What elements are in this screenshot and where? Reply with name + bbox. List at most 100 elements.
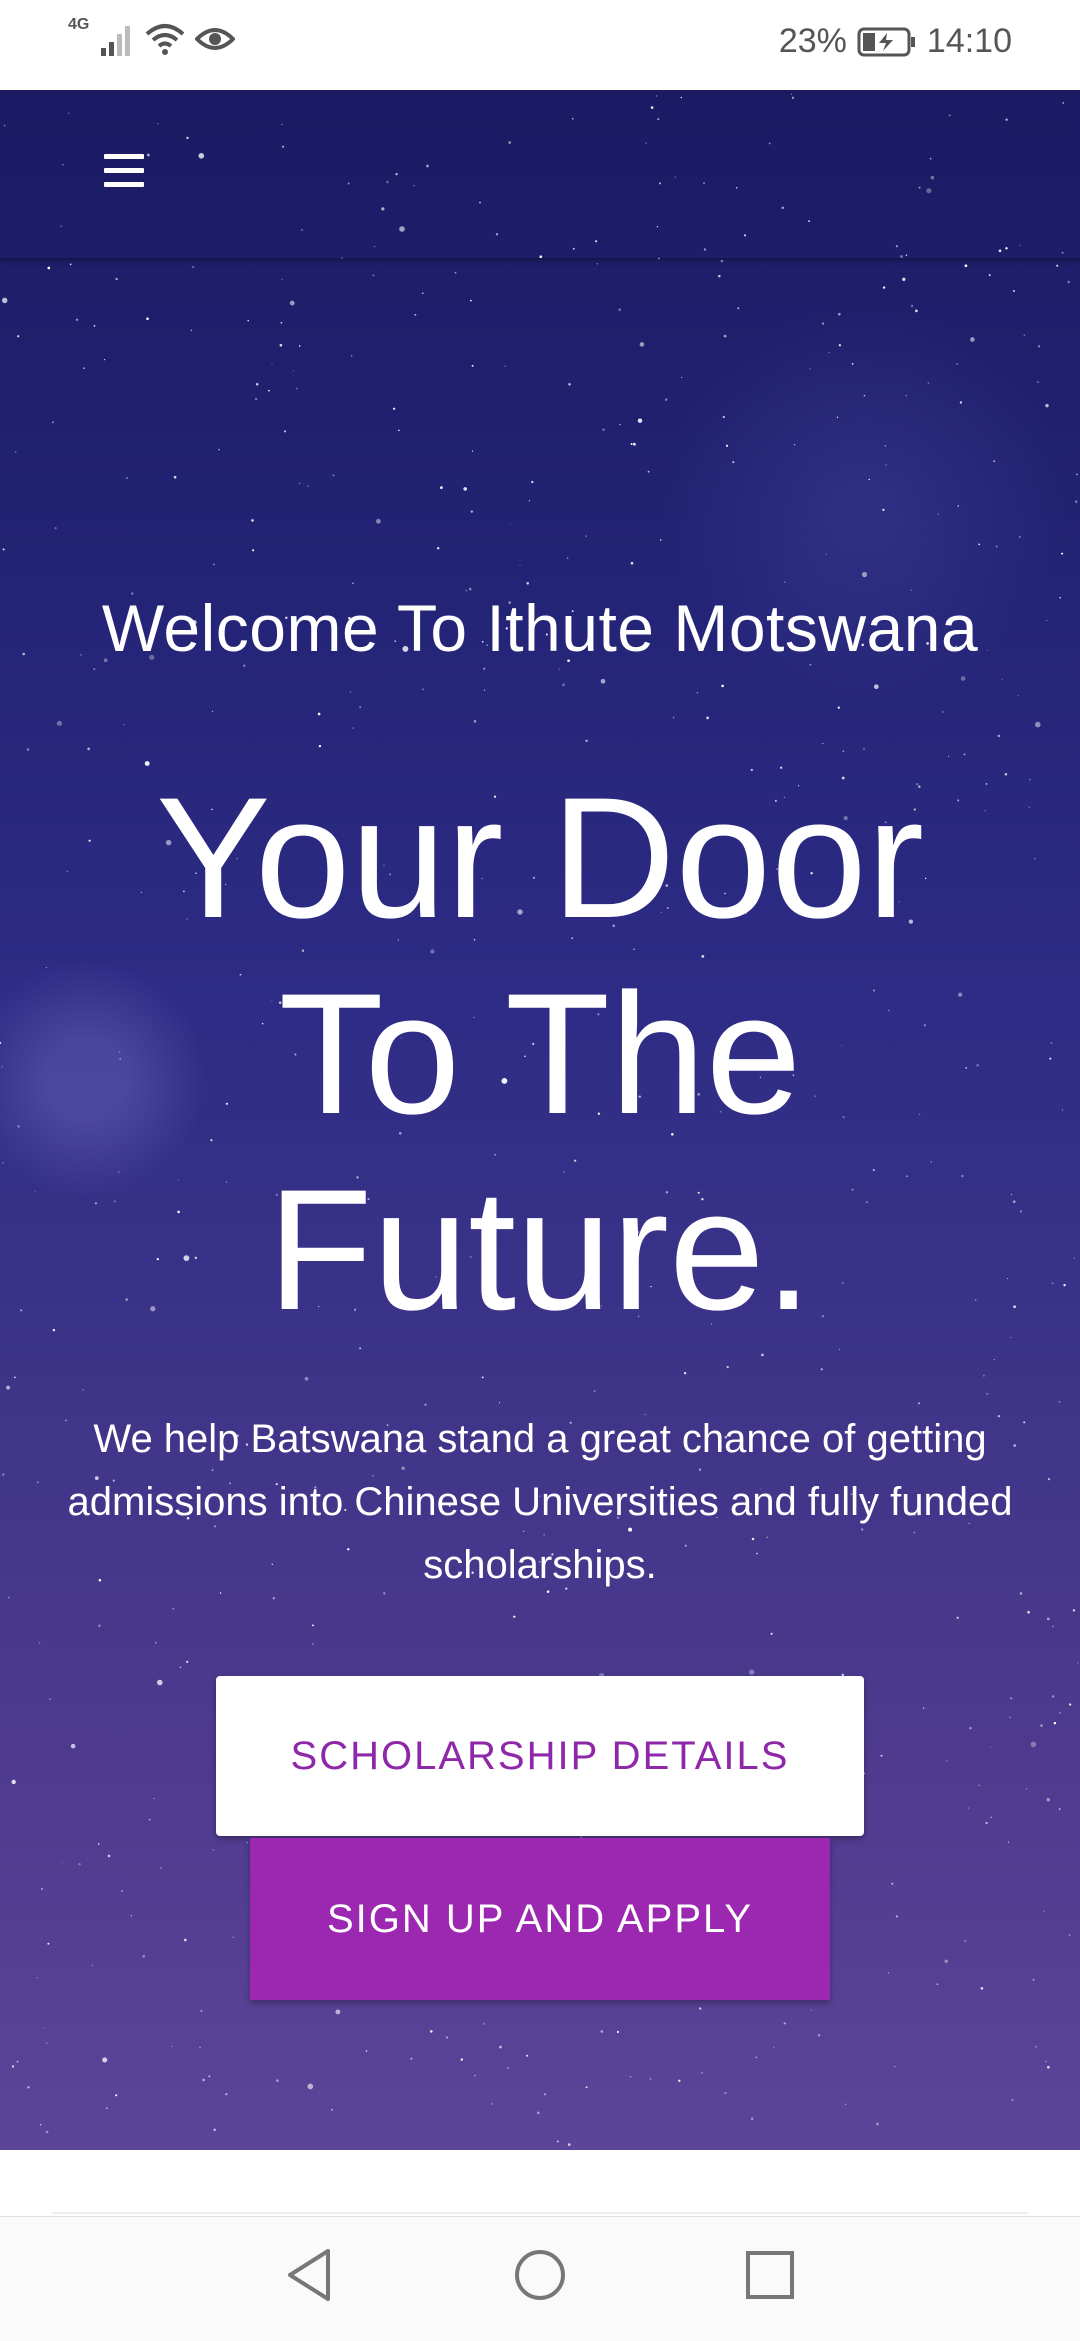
- star: [66, 870, 69, 873]
- star: [941, 711, 944, 713]
- star: [1012, 1200, 1016, 1204]
- star: [699, 2007, 702, 2010]
- star: [11, 1779, 16, 1785]
- menu-line: [104, 182, 144, 187]
- star: [410, 2057, 413, 2060]
- star: [153, 1798, 155, 1800]
- star: [749, 1669, 755, 1675]
- star: [633, 442, 636, 446]
- star: [990, 1816, 992, 1818]
- star: [155, 1642, 157, 1644]
- star: [1034, 721, 1041, 728]
- back-icon[interactable]: [282, 2245, 338, 2305]
- star: [0, 1041, 2, 1044]
- star: [483, 689, 486, 691]
- star: [1010, 1194, 1013, 1196]
- star: [295, 387, 298, 390]
- home-icon[interactable]: [512, 2245, 568, 2305]
- star: [82, 1389, 84, 1391]
- star: [289, 300, 295, 306]
- star: [936, 1983, 939, 1985]
- star: [964, 1940, 967, 1942]
- star: [1052, 1625, 1054, 1628]
- star: [526, 2054, 529, 2057]
- headline-line: Future.: [267, 1154, 813, 1346]
- star: [593, 1390, 596, 1392]
- star: [725, 444, 729, 447]
- star: [276, 2079, 279, 2082]
- star: [49, 1698, 51, 1701]
- star: [481, 1376, 484, 1379]
- star: [499, 2045, 502, 2049]
- star: [894, 2065, 896, 2068]
- star: [861, 571, 868, 578]
- star: [107, 1854, 111, 1858]
- star: [937, 513, 939, 515]
- recents-icon[interactable]: [742, 2245, 798, 2305]
- star: [1010, 1697, 1013, 1700]
- star: [665, 398, 668, 401]
- star: [794, 444, 796, 446]
- star: [422, 688, 424, 690]
- star: [1076, 473, 1078, 476]
- star: [882, 508, 885, 511]
- star: [528, 500, 531, 502]
- hamburger-menu-icon[interactable]: [104, 154, 144, 188]
- star: [1018, 535, 1021, 538]
- star: [252, 549, 255, 552]
- status-bar-left: 4G: [68, 16, 236, 56]
- star: [332, 474, 335, 477]
- star: [681, 376, 683, 378]
- star: [1019, 1210, 1022, 1213]
- star: [838, 344, 842, 347]
- star: [838, 1348, 840, 1351]
- scholarship-details-button[interactable]: SCHOLARSHIP DETAILS: [216, 1676, 864, 1836]
- star: [726, 1365, 729, 1369]
- star: [70, 1743, 76, 1749]
- star: [946, 1760, 948, 1762]
- star: [842, 750, 845, 753]
- star: [292, 370, 294, 372]
- star: [1001, 678, 1003, 681]
- star: [1007, 1278, 1009, 1280]
- star: [232, 1936, 234, 1938]
- star: [142, 1954, 146, 1958]
- star: [678, 2079, 681, 2082]
- star: [186, 1660, 189, 1663]
- star: [421, 292, 424, 295]
- star: [1061, 552, 1064, 555]
- star: [978, 543, 981, 546]
- star: [398, 429, 400, 432]
- star: [1069, 1703, 1072, 1706]
- star: [93, 325, 96, 327]
- star: [969, 1726, 972, 1730]
- star: [1027, 1610, 1030, 1614]
- star: [14, 450, 17, 453]
- star: [474, 2074, 476, 2077]
- star: [596, 263, 598, 265]
- star: [272, 1596, 276, 1600]
- star: [784, 581, 786, 583]
- star: [851, 363, 854, 365]
- star: [88, 839, 91, 842]
- star: [1037, 345, 1041, 348]
- star: [1053, 1721, 1057, 1725]
- star: [882, 286, 886, 289]
- star: [1073, 1257, 1075, 1259]
- star: [2, 1473, 5, 1476]
- sign-up-and-apply-button[interactable]: SIGN UP AND APPLY: [250, 1838, 830, 2000]
- star: [616, 2030, 619, 2034]
- star: [718, 274, 721, 278]
- star: [43, 2027, 45, 2029]
- star: [910, 304, 914, 308]
- star: [1051, 1282, 1054, 1285]
- star: [639, 342, 645, 347]
- star: [1034, 2045, 1037, 2048]
- star: [1029, 779, 1031, 781]
- star: [755, 2056, 758, 2059]
- star: [822, 743, 824, 745]
- star: [1046, 1798, 1050, 1802]
- star: [750, 2117, 754, 2120]
- star: [970, 337, 975, 342]
- star: [637, 418, 643, 423]
